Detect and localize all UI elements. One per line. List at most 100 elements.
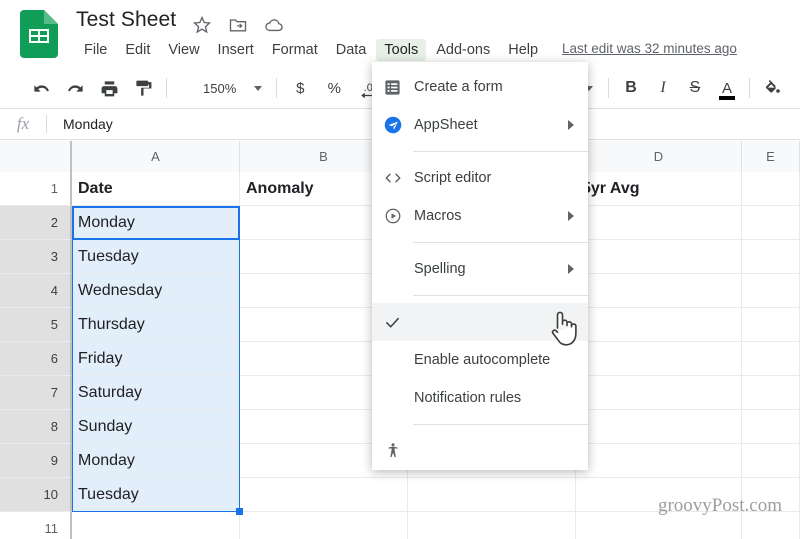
cell-A4[interactable]: Wednesday <box>72 274 240 308</box>
cell-D4[interactable] <box>576 274 742 308</box>
menu-format[interactable]: Format <box>264 39 326 61</box>
row-header-8[interactable]: 8 <box>0 410 72 444</box>
menu-file[interactable]: File <box>76 39 115 61</box>
menu-item-accessibility-settings[interactable] <box>372 432 588 470</box>
cell-A2[interactable]: Monday <box>72 206 240 240</box>
percent-format-icon[interactable]: % <box>317 73 351 103</box>
code-icon <box>384 169 414 187</box>
fx-icon: fx <box>16 114 30 133</box>
column-header-a[interactable]: A <box>72 141 240 172</box>
cell-A10[interactable]: Tuesday <box>72 478 240 512</box>
cell-B10[interactable] <box>240 478 408 512</box>
star-icon[interactable] <box>192 15 212 35</box>
cell-D9[interactable] <box>576 444 742 478</box>
cell-A6[interactable]: Friday <box>72 342 240 376</box>
cell-D7[interactable] <box>576 376 742 410</box>
row-header-1[interactable]: 1 <box>0 172 72 206</box>
menu-item-appsheet[interactable]: AppSheet <box>372 106 588 144</box>
row-header-4[interactable]: 4 <box>0 274 72 308</box>
text-color-icon[interactable]: A <box>711 73 743 103</box>
row-header-3[interactable]: 3 <box>0 240 72 274</box>
fill-handle[interactable] <box>236 508 243 515</box>
formula-divider <box>46 115 47 133</box>
cell-E6[interactable] <box>742 342 800 376</box>
menu-separator <box>413 424 588 425</box>
cloud-status-icon[interactable] <box>264 15 284 35</box>
accessibility-icon <box>384 442 414 460</box>
cell-E2[interactable] <box>742 206 800 240</box>
cell-E4[interactable] <box>742 274 800 308</box>
macros-play-icon <box>384 207 414 225</box>
menu-view[interactable]: View <box>160 39 207 61</box>
row-header-9[interactable]: 9 <box>0 444 72 478</box>
cell-E8[interactable] <box>742 410 800 444</box>
row-header-6[interactable]: 6 <box>0 342 72 376</box>
row-header-10[interactable]: 10 <box>0 478 72 512</box>
last-edit-status[interactable]: Last edit was 32 minutes ago <box>562 41 737 56</box>
bold-icon[interactable]: B <box>615 73 647 103</box>
currency-label: $ <box>296 79 305 97</box>
cell-E5[interactable] <box>742 308 800 342</box>
menu-item-label: Spelling <box>414 261 466 277</box>
cell-C11[interactable] <box>408 512 576 539</box>
move-to-folder-icon[interactable] <box>228 15 248 35</box>
cell-E1[interactable] <box>742 172 800 206</box>
menu-edit[interactable]: Edit <box>117 39 158 61</box>
cell-E9[interactable] <box>742 444 800 478</box>
text-color-label: A <box>721 79 732 97</box>
zoom-select[interactable]: 150% <box>199 73 263 103</box>
cell-E3[interactable] <box>742 240 800 274</box>
chevron-down-icon <box>254 85 263 91</box>
currency-format-icon[interactable]: $ <box>283 73 317 103</box>
cell-D6[interactable] <box>576 342 742 376</box>
menu-help[interactable]: Help <box>500 39 546 61</box>
column-header-e[interactable]: E <box>742 141 800 172</box>
document-title[interactable]: Test Sheet <box>76 8 176 32</box>
row-header-5[interactable]: 5 <box>0 308 72 342</box>
paint-format-icon[interactable] <box>126 73 160 103</box>
strikethrough-icon[interactable]: S <box>679 73 711 103</box>
cell-A9[interactable]: Monday <box>72 444 240 478</box>
cell-D1[interactable]: 5yr Avg <box>576 172 742 206</box>
menu-add-ons[interactable]: Add-ons <box>428 39 498 61</box>
menu-separator <box>413 151 588 152</box>
row-header-11[interactable]: 11 <box>0 512 72 539</box>
menu-item-label: Notification rules <box>414 390 522 406</box>
mouse-cursor-hand <box>551 311 577 346</box>
row-header-2[interactable]: 2 <box>0 206 72 240</box>
cell-D2[interactable] <box>576 206 742 240</box>
menu-item-macros[interactable]: Macros <box>372 197 588 235</box>
column-header-d[interactable]: D <box>576 141 742 172</box>
google-sheets-logo[interactable] <box>20 10 58 58</box>
cell-B11[interactable] <box>240 512 408 539</box>
menu-item-spelling[interactable]: Spelling <box>372 250 588 288</box>
cell-A3[interactable]: Tuesday <box>72 240 240 274</box>
menu-bar: File Edit View Insert Format Data Tools … <box>76 38 548 62</box>
menu-item-script-editor[interactable]: Script editor <box>372 159 588 197</box>
cell-D3[interactable] <box>576 240 742 274</box>
undo-icon[interactable] <box>24 73 58 103</box>
cell-A11[interactable] <box>72 512 240 539</box>
menu-insert[interactable]: Insert <box>210 39 262 61</box>
watermark: groovyPost.com <box>657 495 782 516</box>
cell-A8[interactable]: Sunday <box>72 410 240 444</box>
cell-E7[interactable] <box>742 376 800 410</box>
cell-D8[interactable] <box>576 410 742 444</box>
row-header-7[interactable]: 7 <box>0 376 72 410</box>
cell-A7[interactable]: Saturday <box>72 376 240 410</box>
print-icon[interactable] <box>92 73 126 103</box>
cell-A5[interactable]: Thursday <box>72 308 240 342</box>
cell-C10[interactable] <box>408 478 576 512</box>
menu-item-create-a-form[interactable]: Create a form <box>372 68 588 106</box>
cell-A1[interactable]: Date <box>72 172 240 206</box>
redo-icon[interactable] <box>58 73 92 103</box>
menu-tools[interactable]: Tools <box>376 39 427 61</box>
menu-data[interactable]: Data <box>328 39 375 61</box>
tools-dropdown-menu[interactable]: Create a form AppSheet Script editor Mac… <box>372 62 588 470</box>
italic-icon[interactable]: I <box>647 73 679 103</box>
menu-item-protect-sheet[interactable]: Notification rules <box>372 379 588 417</box>
select-all-corner[interactable] <box>0 141 72 172</box>
fill-color-icon[interactable] <box>756 73 788 103</box>
formula-input[interactable]: Monday <box>63 116 113 132</box>
cell-D5[interactable] <box>576 308 742 342</box>
